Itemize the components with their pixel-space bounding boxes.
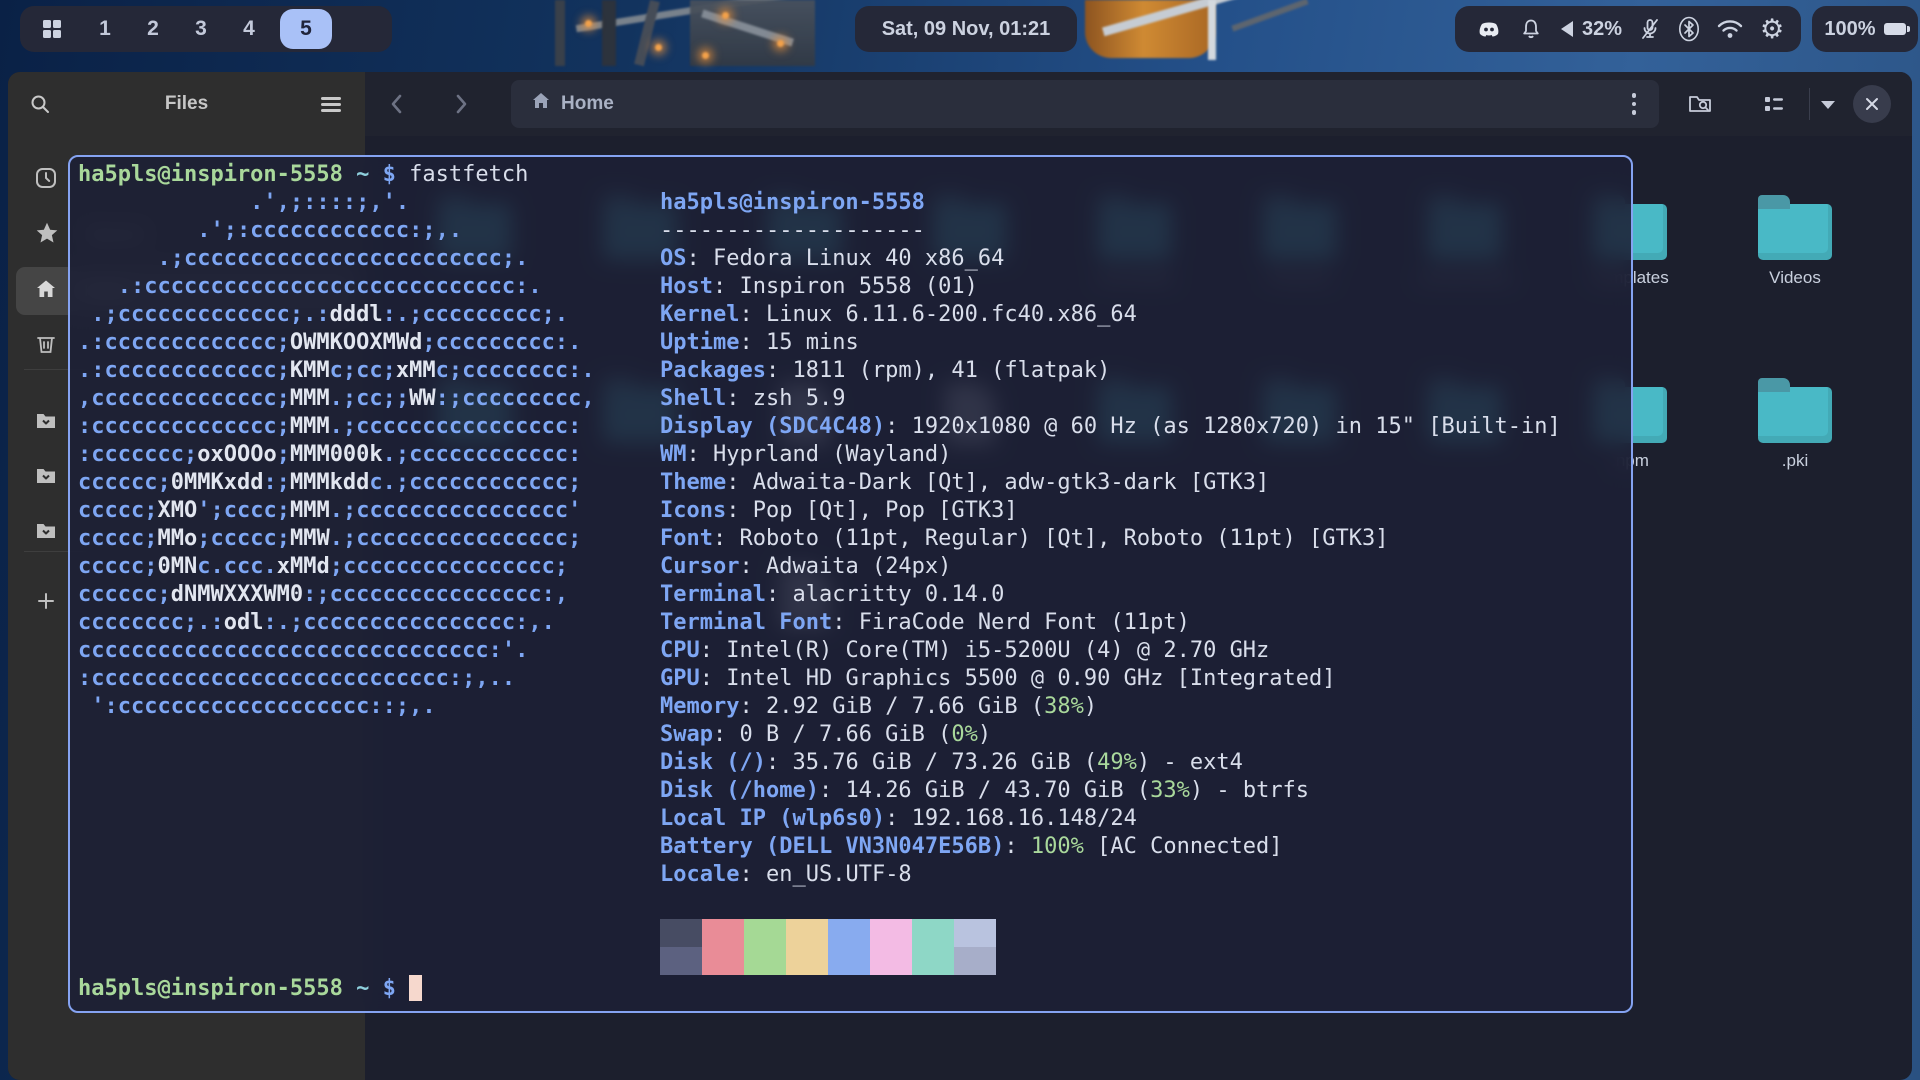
fastfetch-entry: Local IP (wlp6s0): 192.168.16.148/24 xyxy=(660,805,1561,833)
volume-control[interactable]: 32% xyxy=(1559,18,1622,41)
volume-level: 32% xyxy=(1582,18,1622,41)
palette-swatch xyxy=(912,947,954,975)
fastfetch-entry: Disk (/home): 14.26 GiB / 43.70 GiB (33%… xyxy=(660,777,1561,805)
system-tray-pill: 32% ⚙ xyxy=(1455,6,1801,52)
fastfetch-entry: Disk (/): 35.76 GiB / 73.26 GiB (49%) - … xyxy=(660,749,1561,777)
fastfetch-entry: Memory: 2.92 GiB / 7.66 GiB (38%) xyxy=(660,693,1561,721)
fastfetch-entry: Display (SDC4C48): 1920x1080 @ 60 Hz (as… xyxy=(660,413,1561,441)
fastfetch-entry: Terminal Font: FiraCode Nerd Font (11pt) xyxy=(660,609,1561,637)
fastfetch-entry: WM: Hyprland (Wayland) xyxy=(660,441,1561,469)
fastfetch-entry: GPU: Intel HD Graphics 5500 @ 0.90 GHz [… xyxy=(660,665,1561,693)
terminal-prompt-line: ha5pls@inspiron-5558 ~ $ fastfetch xyxy=(78,161,528,189)
bell-icon[interactable] xyxy=(1519,17,1543,41)
fastfetch-entry: Host: Inspiron 5558 (01) xyxy=(660,273,1561,301)
palette-swatch xyxy=(870,947,912,975)
terminal-cursor xyxy=(409,975,422,1001)
palette-swatch xyxy=(702,947,744,975)
speaker-icon xyxy=(1559,19,1575,39)
palette-swatch xyxy=(660,919,702,947)
workspaces: 12345 xyxy=(88,9,332,49)
terminal-prompt-line-2: ha5pls@inspiron-5558 ~ $ xyxy=(78,975,422,1003)
palette-swatch xyxy=(744,947,786,975)
desktop: 12345 Sat, 09 Nov, 01:21 32% xyxy=(0,0,1920,1080)
fastfetch-entry: Cursor: Adwaita (24px) xyxy=(660,553,1561,581)
file-item-label: Videos xyxy=(1720,268,1870,288)
fastfetch-entry: Packages: 1811 (rpm), 41 (flatpak) xyxy=(660,357,1561,385)
fastfetch-entry: CPU: Intel(R) Core(TM) i5-5200U (4) @ 2.… xyxy=(660,637,1561,665)
fastfetch-entry: Locale: en_US.UTF-8 xyxy=(660,861,1561,889)
fastfetch-entry: Shell: zsh 5.9 xyxy=(660,385,1561,413)
fastfetch-separator: -------------------- xyxy=(660,217,1561,245)
palette-swatch xyxy=(660,947,702,975)
battery-level: 100% xyxy=(1824,18,1875,41)
clock: Sat, 09 Nov, 01:21 xyxy=(882,18,1051,41)
terminal-window[interactable]: ha5pls@inspiron-5558 ~ $ fastfetch .',;:… xyxy=(68,155,1633,1013)
fastfetch-entry: Swap: 0 B / 7.66 GiB (0%) xyxy=(660,721,1561,749)
palette-swatch xyxy=(912,919,954,947)
workspace-button-2[interactable]: 2 xyxy=(136,9,170,49)
top-bar: 12345 Sat, 09 Nov, 01:21 32% xyxy=(0,0,1920,60)
fastfetch-info: ha5pls@inspiron-5558--------------------… xyxy=(660,189,1561,889)
discord-icon[interactable] xyxy=(1475,15,1503,43)
fastfetch-entry: Uptime: 15 mins xyxy=(660,329,1561,357)
fastfetch-entry: Theme: Adwaita-Dark [Qt], adw-gtk3-dark … xyxy=(660,469,1561,497)
workspace-button-3[interactable]: 3 xyxy=(184,9,218,49)
workspace-button-5[interactable]: 5 xyxy=(280,9,332,49)
file-item-.pki[interactable]: .pki xyxy=(1720,373,1870,477)
file-item-label: .pki xyxy=(1720,451,1870,471)
palette-swatch xyxy=(786,947,828,975)
fastfetch-entry: Battery (DELL VN3N047E56B): 100% [AC Con… xyxy=(660,833,1561,861)
mic-muted-icon[interactable] xyxy=(1638,17,1662,41)
fastfetch-entry: Icons: Pop [Qt], Pop [GTK3] xyxy=(660,497,1561,525)
folder-icon xyxy=(1758,387,1832,443)
workspaces-pill: 12345 xyxy=(20,6,392,52)
fastfetch-entry: Kernel: Linux 6.11.6-200.fc40.x86_64 xyxy=(660,301,1561,329)
palette-swatch xyxy=(828,947,870,975)
palette-swatch xyxy=(744,919,786,947)
fastfetch-entry: OS: Fedora Linux 40 x86_64 xyxy=(660,245,1561,273)
palette-swatch xyxy=(954,919,996,947)
wifi-icon[interactable] xyxy=(1716,18,1744,40)
bluetooth-icon[interactable] xyxy=(1678,16,1700,42)
palette-swatch xyxy=(828,919,870,947)
palette-swatch xyxy=(954,947,996,975)
fastfetch-entry: Font: Roboto (11pt, Regular) [Qt], Robot… xyxy=(660,525,1561,553)
workspace-button-4[interactable]: 4 xyxy=(232,9,266,49)
workspace-button-1[interactable]: 1 xyxy=(88,9,122,49)
fastfetch-ascii-logo: .',;::::;,'. .';:cccccccccccc:;,. .;cccc… xyxy=(78,189,595,721)
fastfetch-entry: Terminal: alacritty 0.14.0 xyxy=(660,581,1561,609)
palette-swatch xyxy=(702,919,744,947)
palette-swatch xyxy=(786,919,828,947)
fastfetch-color-palette xyxy=(660,919,996,975)
palette-swatch xyxy=(870,919,912,947)
clock-pill[interactable]: Sat, 09 Nov, 01:21 xyxy=(855,6,1077,52)
settings-gear-icon[interactable]: ⚙ xyxy=(1760,16,1784,43)
fastfetch-title: ha5pls@inspiron-5558 xyxy=(660,189,1561,217)
battery-pill: 100% xyxy=(1812,6,1918,52)
file-item-Videos[interactable]: Videos xyxy=(1720,190,1870,294)
app-grid-icon[interactable] xyxy=(40,17,64,41)
folder-icon xyxy=(1758,204,1832,260)
battery-icon xyxy=(1884,23,1906,35)
